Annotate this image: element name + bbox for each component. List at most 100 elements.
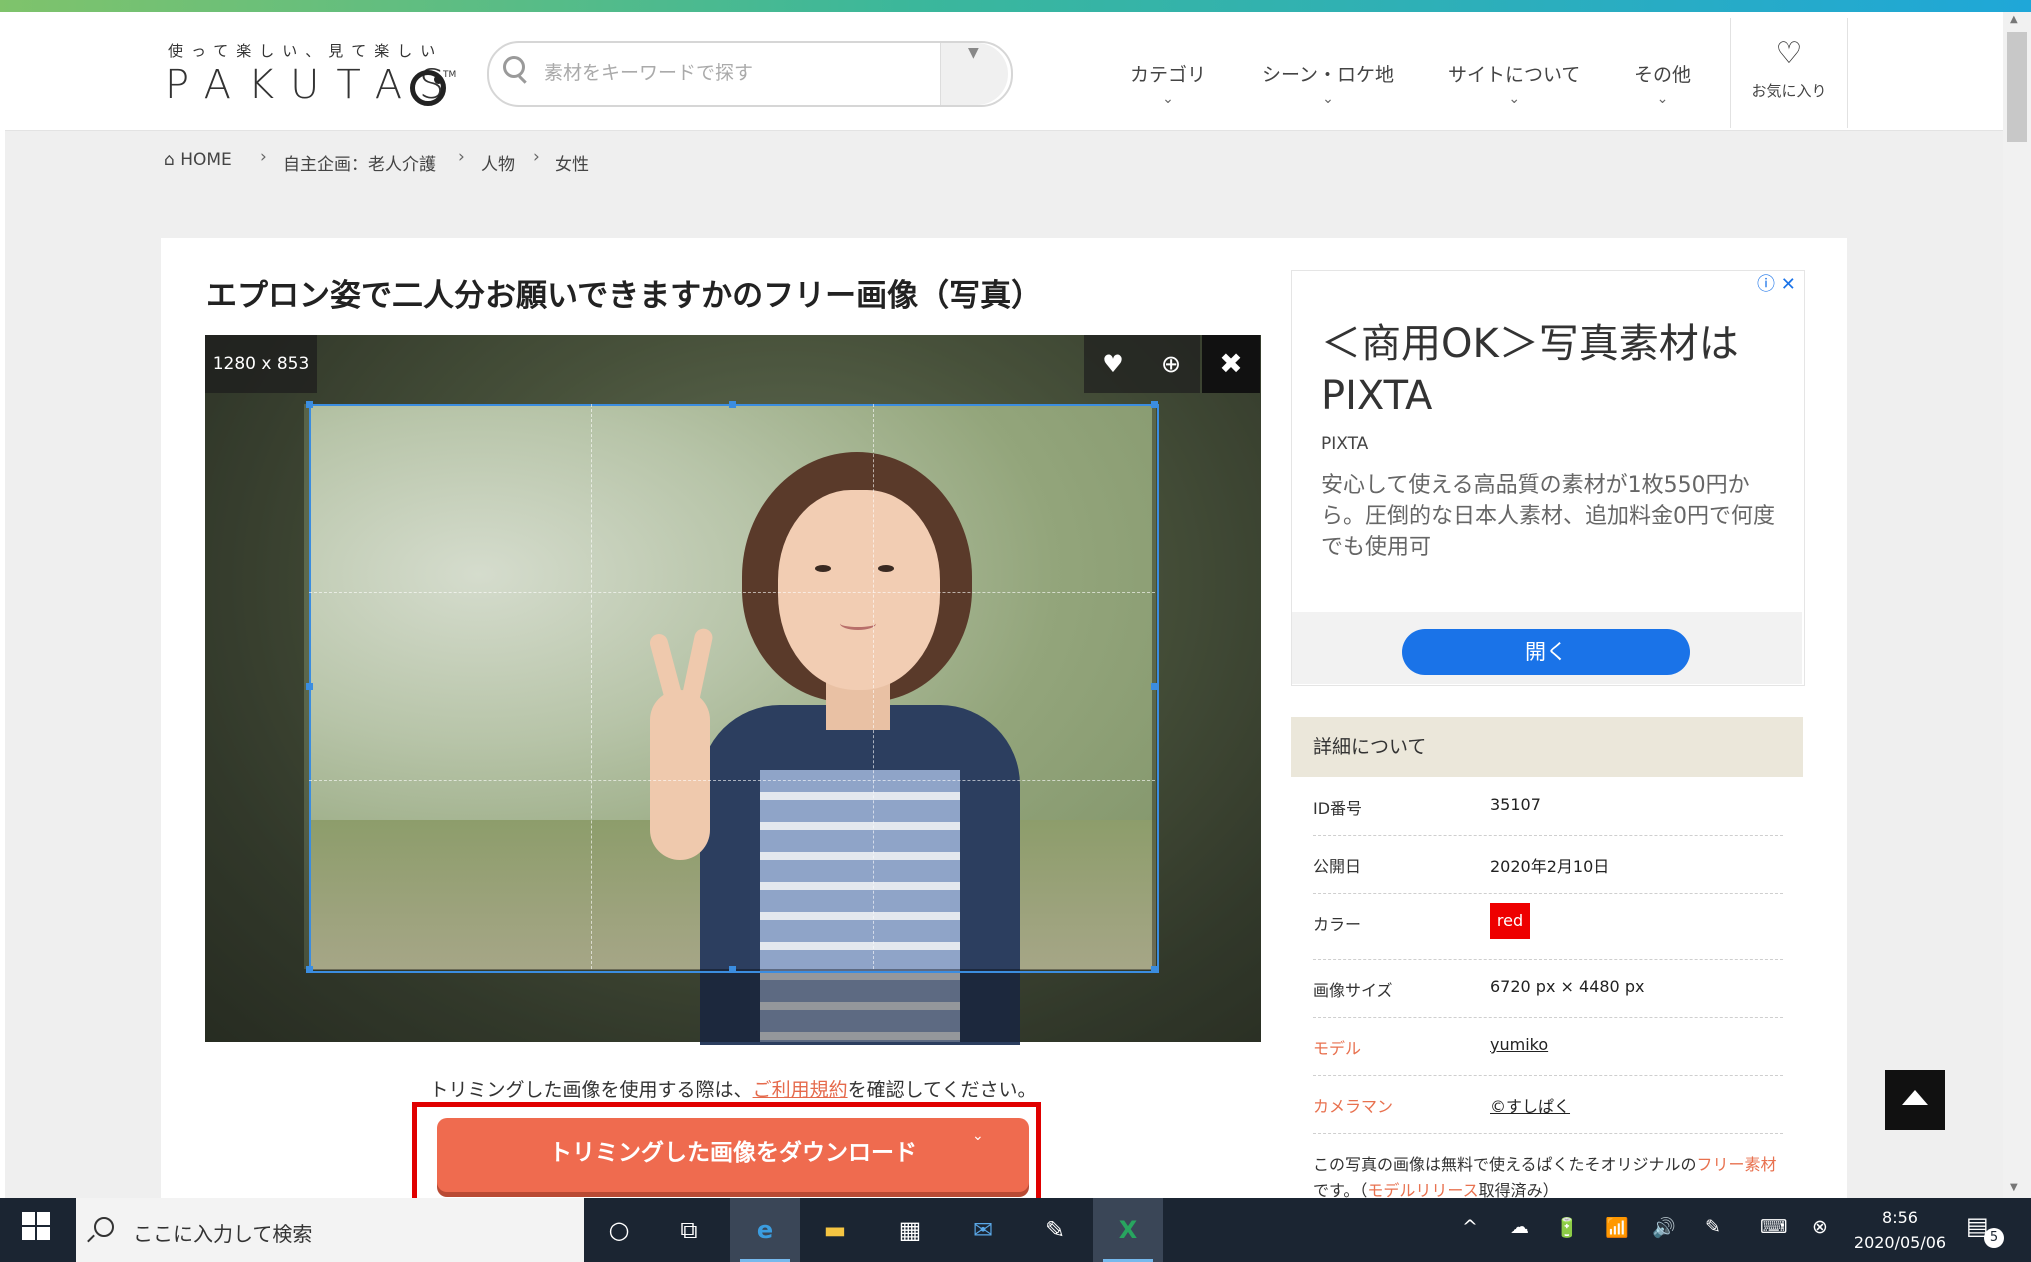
breadcrumb-home[interactable]: ⌂ HOME [164, 150, 232, 170]
chevron-down-icon: ▼ [968, 45, 979, 61]
terms-link[interactable]: ご利用規約 [753, 1079, 848, 1101]
taskbar-search-text[interactable]: ここに入力して検索 [133, 1218, 312, 1247]
ad-headline[interactable]: ＜商用OK＞写真素材はPIXTA [1321, 318, 1771, 422]
chevron-down-icon: ⌄ [1508, 91, 1521, 107]
tray-show-hidden-icon[interactable]: ^ [1462, 1216, 1478, 1238]
detail-row-model: モデル yumiko [1313, 1017, 1783, 1076]
store-icon[interactable]: ▦ [875, 1198, 945, 1262]
page-title: エプロン姿で二人分お願いできますかのフリー画像（写真） [206, 278, 1043, 314]
back-to-top-button[interactable] [1885, 1070, 1945, 1130]
cortana-icon[interactable]: ○ [584, 1198, 654, 1262]
heart-outline-icon: ♡ [1775, 36, 1803, 71]
close-icon[interactable]: ✖ [1202, 335, 1260, 393]
detail-value: 6720 px × 4480 px [1490, 977, 1645, 996]
taskbar-clock[interactable]: 8:56 2020/05/06 [1840, 1205, 1960, 1255]
detail-value: 35107 [1490, 795, 1541, 814]
paint-icon[interactable]: ✎ [1020, 1198, 1090, 1262]
detail-key: 公開日 [1313, 857, 1362, 876]
search-icon [503, 56, 525, 78]
detail-row-color: カラー red [1313, 893, 1783, 960]
photographer-link[interactable]: ©すしぱく [1490, 1093, 1570, 1117]
chevron-right-icon: › [458, 147, 465, 167]
nav-label: サイトについて [1448, 64, 1581, 86]
nav-other[interactable]: その他 ⌄ [1634, 60, 1691, 107]
ad-body: 安心して使える高品質の素材が1枚550円から。圧倒的な日本人素材、追加料金0円で… [1321, 473, 1775, 560]
scroll-down-arrow-icon[interactable]: ▼ [2010, 1182, 2018, 1193]
crop-handle[interactable] [306, 401, 313, 408]
zoom-in-icon[interactable]: ⊕ [1142, 335, 1200, 393]
crop-handle[interactable] [1151, 401, 1158, 408]
nav-category[interactable]: カテゴリ ⌄ [1130, 60, 1206, 107]
chevron-down-icon: ⌄ [1162, 91, 1174, 107]
detail-value: 2020年2月10日 [1490, 857, 1610, 876]
top-accent-strip [0, 0, 2031, 12]
scrollbar-thumb[interactable] [2007, 32, 2027, 142]
ad-open-button[interactable]: 開く [1402, 629, 1690, 675]
model-link[interactable]: yumiko [1490, 1035, 1548, 1054]
image-size-badge: 1280 x 853 [205, 335, 317, 393]
nav-label: カテゴリ [1130, 64, 1207, 86]
detail-row-id: ID番号 35107 [1313, 777, 1783, 836]
color-badge[interactable]: red [1490, 903, 1530, 939]
highlight-annotation-box [412, 1102, 1041, 1213]
favorites-label: お気に入り [1751, 82, 1827, 100]
task-view-icon[interactable]: ⧉ [654, 1198, 724, 1262]
crop-handle[interactable] [729, 966, 736, 973]
detail-row-photographer: カメラマン ©すしぱく [1313, 1075, 1783, 1134]
nav-about-site[interactable]: サイトについて ⌄ [1448, 60, 1580, 107]
crop-guide-line [309, 592, 1155, 593]
search-dropdown-button[interactable]: ▼ [940, 43, 1008, 105]
free-material-link[interactable]: フリー素材 [1697, 1155, 1777, 1174]
clock-time: 8:56 [1882, 1208, 1918, 1227]
crop-guide-line [873, 404, 874, 969]
chevron-right-icon: › [260, 147, 267, 167]
breadcrumb-item[interactable]: 女性 [555, 150, 589, 175]
scroll-up-arrow-icon[interactable]: ▲ [2010, 14, 2018, 25]
edge-icon[interactable]: e [730, 1198, 800, 1262]
onedrive-icon[interactable]: ☁ [1510, 1216, 1529, 1238]
home-icon: ⌂ [164, 150, 175, 170]
details-heading: 詳細について [1291, 717, 1803, 777]
clock-date: 2020/05/06 [1853, 1233, 1947, 1252]
crop-handle[interactable] [306, 683, 313, 690]
crop-handle[interactable] [306, 966, 313, 973]
wifi-icon[interactable]: 📶 [1605, 1216, 1629, 1239]
site-tagline: 使って楽しい、見て楽しい [168, 42, 444, 60]
nav-label: その他 [1634, 64, 1692, 86]
ime-off-icon[interactable]: ⊗ [1812, 1216, 1828, 1238]
keyboard-icon[interactable]: ⌨ [1760, 1216, 1787, 1238]
nav-scene-location[interactable]: シーン・ロケ地 ⌄ [1262, 60, 1394, 107]
crop-handle[interactable] [1151, 966, 1158, 973]
breadcrumb-item[interactable]: 自主企画：老人介護 [283, 150, 436, 175]
vertical-scrollbar[interactable] [2003, 12, 2031, 1198]
detail-key: カラー [1313, 915, 1362, 934]
pen-icon[interactable]: ✎ [1705, 1216, 1721, 1238]
favorites-button[interactable]: ♡ お気に入り [1730, 18, 1848, 128]
battery-icon[interactable]: 🔋 [1555, 1216, 1579, 1239]
search-icon [94, 1217, 114, 1237]
windows-start-icon[interactable] [22, 1212, 50, 1240]
detail-row-date: 公開日 2020年2月10日 [1313, 835, 1783, 894]
detail-key: カメラマン [1313, 1097, 1394, 1116]
detail-key: 画像サイズ [1313, 981, 1393, 1000]
excel-icon[interactable]: X [1093, 1198, 1163, 1262]
mail-icon[interactable]: ✉ [948, 1198, 1018, 1262]
chevron-down-icon: ⌄ [1322, 91, 1334, 107]
volume-icon[interactable]: 🔊 [1652, 1216, 1676, 1239]
detail-key: ID番号 [1313, 799, 1363, 818]
ad-choices-icon[interactable]: ⓘ ✕ [1757, 270, 1796, 296]
crop-handle[interactable] [1151, 683, 1158, 690]
trim-notice: トリミングした画像を使用する際は、ご利用規約を確認してください。 [205, 1075, 1261, 1102]
detail-key: モデル [1313, 1039, 1362, 1058]
crop-handle[interactable] [729, 401, 736, 408]
breadcrumb-item[interactable]: 人物 [481, 150, 515, 175]
crop-frame[interactable] [309, 404, 1159, 973]
detail-row-size: 画像サイズ 6720 px × 4480 px [1313, 959, 1783, 1018]
heart-icon[interactable]: ♥ [1084, 335, 1142, 393]
crop-guide-line [309, 780, 1155, 781]
logo-o-mark [410, 70, 446, 106]
ad-source: PIXTA [1321, 434, 1369, 454]
file-explorer-icon[interactable]: ▬ [800, 1198, 870, 1262]
nav-label: シーン・ロケ地 [1262, 64, 1395, 86]
search-input[interactable] [542, 58, 936, 88]
